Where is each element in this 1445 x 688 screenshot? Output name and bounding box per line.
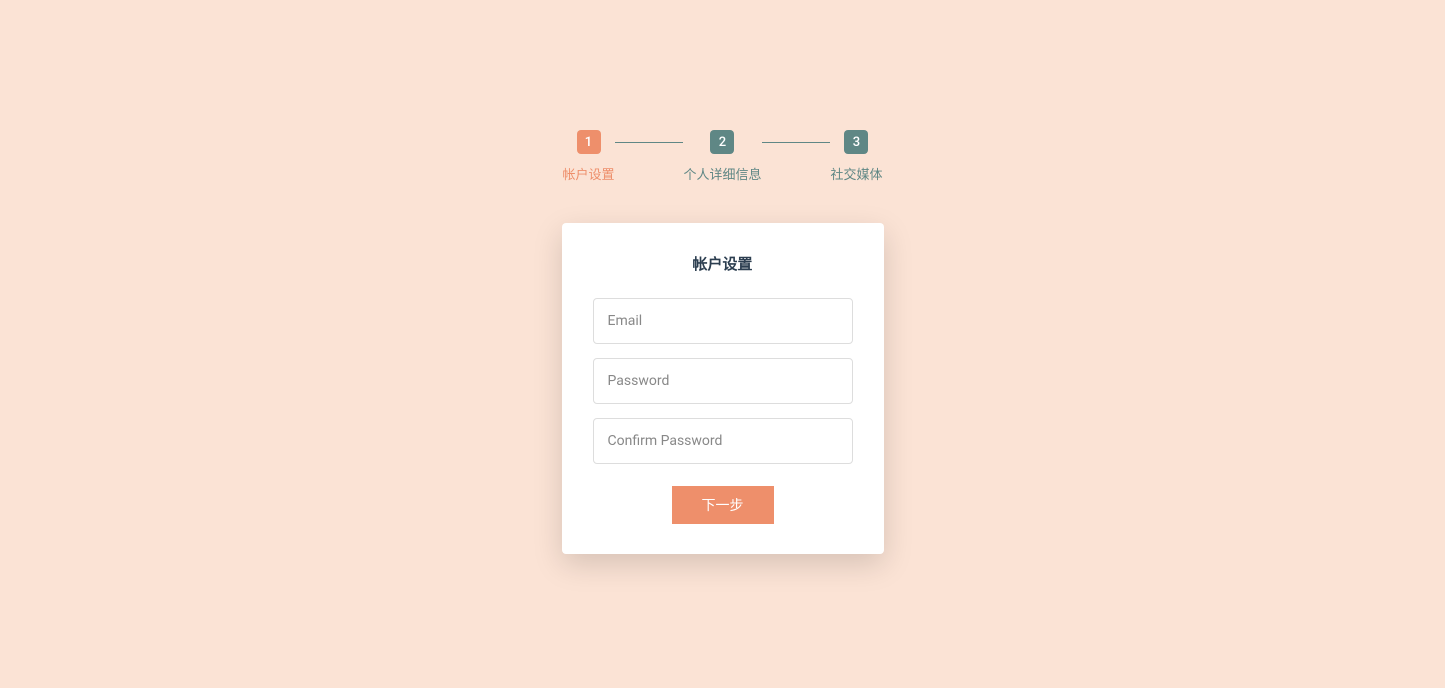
connector-1 xyxy=(615,142,684,143)
step-label-social: 社交媒体 xyxy=(830,164,882,183)
step-number-1: 1 xyxy=(577,130,601,154)
step-number-2: 2 xyxy=(710,130,734,154)
step-social[interactable]: 3 社交媒体 xyxy=(830,130,882,183)
password-field[interactable] xyxy=(593,358,853,404)
next-button[interactable]: 下一步 xyxy=(672,486,774,524)
step-account[interactable]: 1 帐户设置 xyxy=(563,130,615,183)
step-label-personal: 个人详细信息 xyxy=(683,164,761,183)
step-label-account: 帐户设置 xyxy=(563,164,615,183)
connector-2 xyxy=(762,142,831,143)
step-personal[interactable]: 2 个人详细信息 xyxy=(683,130,761,183)
form-card: 帐户设置 下一步 xyxy=(562,223,884,554)
step-number-3: 3 xyxy=(844,130,868,154)
form-title: 帐户设置 xyxy=(692,253,752,274)
stepper: 1 帐户设置 2 个人详细信息 3 社交媒体 xyxy=(563,130,883,183)
email-field[interactable] xyxy=(593,298,853,344)
confirm-password-field[interactable] xyxy=(593,418,853,464)
